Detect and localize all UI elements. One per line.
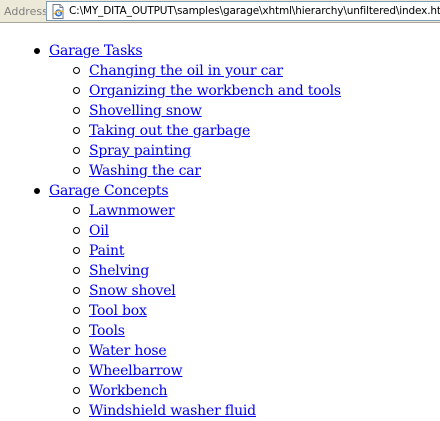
link-washing-the-car[interactable]: Washing the car	[89, 163, 201, 179]
bullet-circle-icon	[73, 107, 80, 114]
address-bar: Address e C:\MY_DITA_OUTPUT\samples\gara…	[0, 0, 440, 23]
link-spray-painting[interactable]: Spray painting	[89, 143, 191, 159]
link-workbench[interactable]: Workbench	[89, 383, 168, 399]
list-item: Shelving	[49, 261, 341, 281]
list-item: Spray painting	[49, 141, 341, 161]
list-item: Paint	[49, 241, 341, 261]
bullet-circle-icon	[73, 327, 80, 334]
list-item: Organizing the workbench and tools	[49, 81, 341, 101]
link-taking-out-the-garbage[interactable]: Taking out the garbage	[89, 123, 250, 139]
bullet-circle-icon	[73, 127, 80, 134]
link-oil[interactable]: Oil	[89, 223, 109, 239]
link-lawnmower[interactable]: Lawnmower	[89, 203, 175, 219]
bullet-disc-icon	[34, 188, 40, 194]
address-url: C:\MY_DITA_OUTPUT\samples\garage\xhtml\h…	[69, 5, 440, 17]
list-item: Wheelbarrow	[49, 361, 341, 381]
link-wheelbarrow[interactable]: Wheelbarrow	[89, 363, 183, 379]
list-item: Tools	[49, 321, 341, 341]
bullet-circle-icon	[73, 307, 80, 314]
address-field[interactable]: e C:\MY_DITA_OUTPUT\samples\garage\xhtml…	[46, 1, 440, 21]
link-tool-box[interactable]: Tool box	[89, 303, 147, 319]
link-shovelling-snow[interactable]: Shovelling snow	[89, 103, 202, 119]
bullet-circle-icon	[73, 347, 80, 354]
bullet-circle-icon	[73, 267, 80, 274]
link-garage-tasks[interactable]: Garage Tasks	[49, 43, 143, 59]
bullet-circle-icon	[73, 167, 80, 174]
list-item: Washing the car	[49, 161, 341, 181]
bullet-circle-icon	[73, 147, 80, 154]
link-garage-concepts[interactable]: Garage Concepts	[49, 183, 169, 199]
list-item: Changing the oil in your car	[49, 61, 341, 81]
tree-group-garage-tasks: Garage Tasks Changing the oil in your ca…	[0, 41, 341, 181]
svg-text:e: e	[57, 10, 61, 17]
address-label: Address	[4, 5, 48, 18]
link-changing-the-oil[interactable]: Changing the oil in your car	[89, 63, 283, 79]
list-item: Water hose	[49, 341, 341, 361]
bullet-circle-icon	[73, 367, 80, 374]
link-shelving[interactable]: Shelving	[89, 263, 149, 279]
bullet-circle-icon	[73, 227, 80, 234]
list-item: Taking out the garbage	[49, 121, 341, 141]
topic-tree: Garage Tasks Changing the oil in your ca…	[0, 41, 341, 421]
link-windshield-washer-fluid[interactable]: Windshield washer fluid	[89, 403, 256, 419]
bullet-circle-icon	[73, 67, 80, 74]
bullet-circle-icon	[73, 87, 80, 94]
bullet-circle-icon	[73, 207, 80, 214]
garage-concepts-list: Lawnmower Oil Paint Shelving Snow shovel…	[49, 201, 341, 421]
bullet-disc-icon	[34, 48, 40, 54]
list-item: Lawnmower	[49, 201, 341, 221]
link-water-hose[interactable]: Water hose	[89, 343, 167, 359]
link-paint[interactable]: Paint	[89, 243, 124, 259]
list-item: Tool box	[49, 301, 341, 321]
link-snow-shovel[interactable]: Snow shovel	[89, 283, 176, 299]
garage-tasks-list: Changing the oil in your car Organizing …	[49, 61, 341, 181]
bullet-circle-icon	[73, 247, 80, 254]
list-item: Oil	[49, 221, 341, 241]
ie-page-icon: e	[50, 4, 66, 19]
link-tools[interactable]: Tools	[89, 323, 125, 339]
link-organizing-the-workbench[interactable]: Organizing the workbench and tools	[89, 83, 341, 99]
list-item: Shovelling snow	[49, 101, 341, 121]
bullet-circle-icon	[73, 387, 80, 394]
list-item: Snow shovel	[49, 281, 341, 301]
list-item: Windshield washer fluid	[49, 401, 341, 421]
bullet-circle-icon	[73, 287, 80, 294]
tree-group-garage-concepts: Garage Concepts Lawnmower Oil Paint Shel…	[0, 181, 341, 421]
page-content: Garage Tasks Changing the oil in your ca…	[0, 23, 440, 419]
list-item: Workbench	[49, 381, 341, 401]
bullet-circle-icon	[73, 407, 80, 414]
